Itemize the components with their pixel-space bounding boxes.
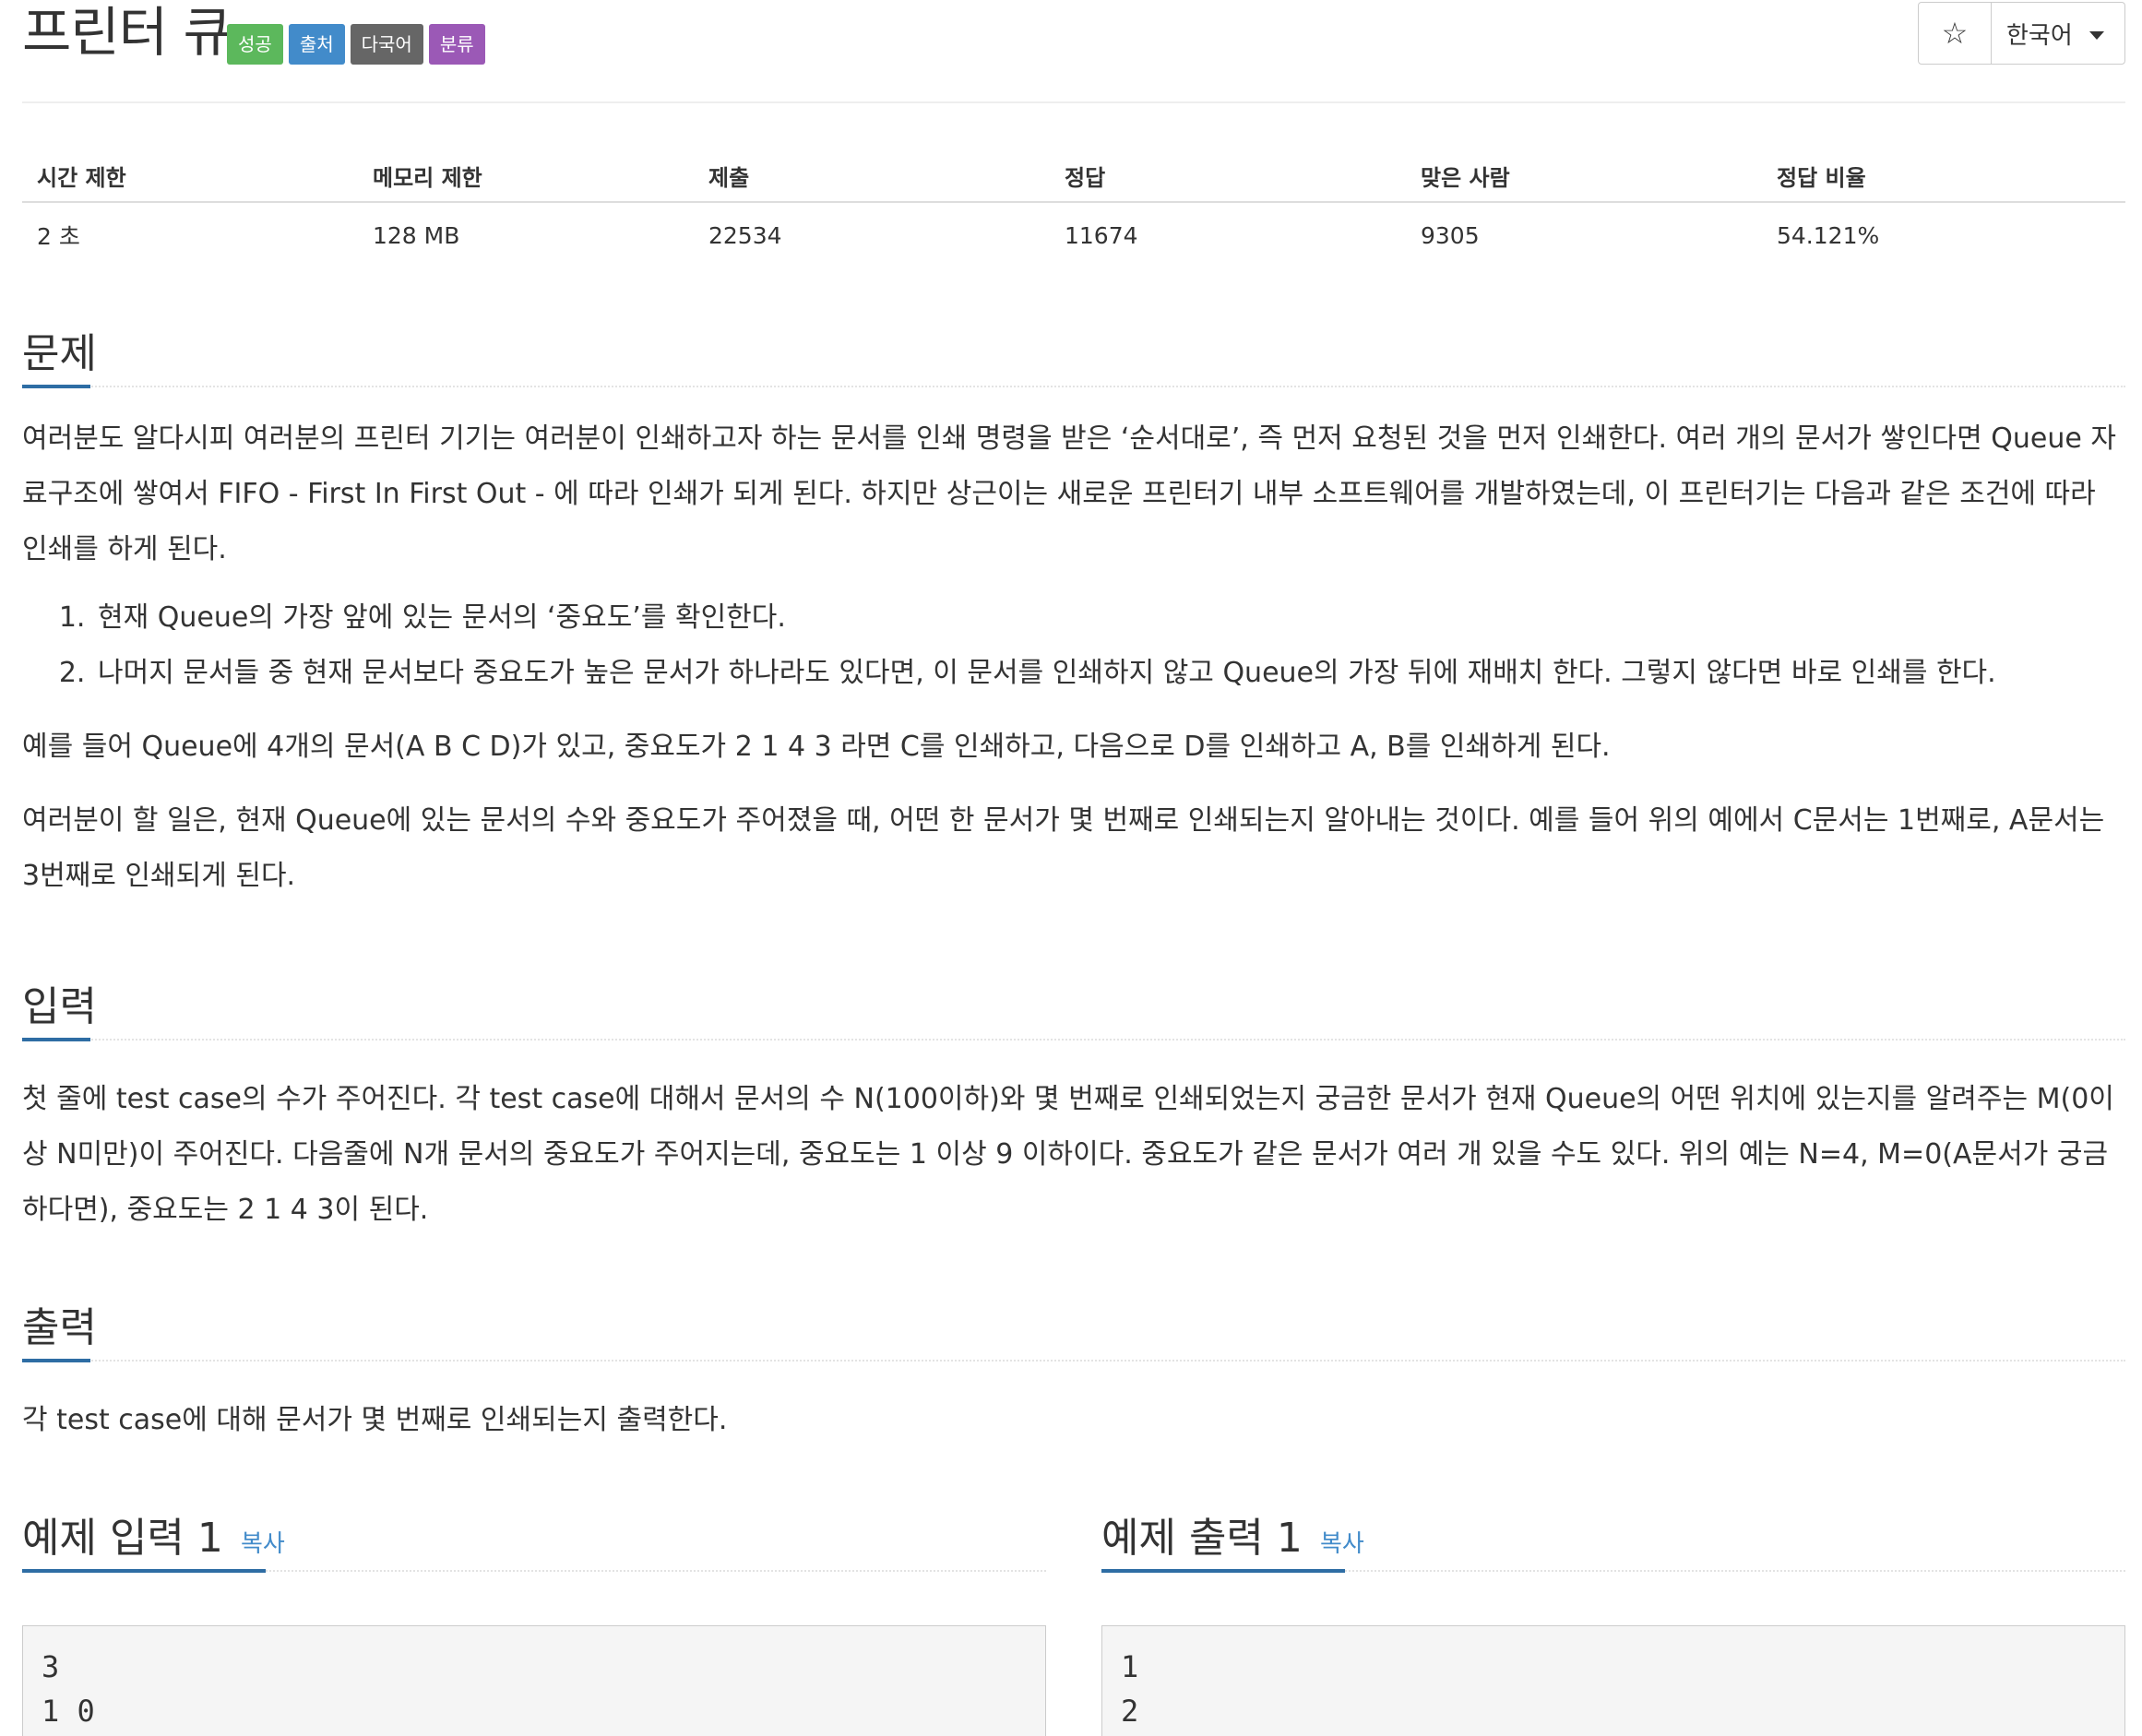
header-accepted: 정답 [1050, 149, 1406, 203]
output-paragraph: 각 test case에 대해 문서가 몇 번째로 인쇄되는지 출력한다. [22, 1404, 728, 1436]
input-body: 첫 줄에 test case의 수가 주어진다. 각 test case에 대해… [22, 1072, 2125, 1238]
sample-output-title: 예제 출력 1 [1101, 1515, 1303, 1562]
sample-input-line: 3 [42, 1649, 60, 1684]
section-header: 예제 입력 1 복사 [22, 1513, 1046, 1573]
favorite-button[interactable]: ☆ [1919, 3, 1992, 64]
sample-input-section: 예제 입력 1 복사 [22, 1513, 1046, 1573]
info-value-row: 2 초 128 MB 22534 11674 9305 54.121% [22, 202, 2125, 268]
problem-paragraph-3: 여러분이 할 일은, 현재 Queue에 있는 문서의 수와 중요도가 주어졌을… [22, 804, 2105, 892]
section-underline [22, 1038, 90, 1041]
section-title: 문제 [22, 330, 97, 377]
info-header-row: 시간 제한 메모리 제한 제출 정답 맞은 사람 정답 비율 [22, 149, 2125, 203]
section-underline [22, 385, 90, 388]
output-body: 각 test case에 대해 문서가 몇 번째로 인쇄되는지 출력한다. [22, 1393, 2125, 1448]
copy-sample-output-link[interactable]: 복사 [1320, 1530, 1364, 1558]
problem-body: 여러분도 알다시피 여러분의 프린터 기기는 여러분이 인쇄하고자 하는 문서를… [22, 411, 2125, 904]
value-time-limit: 2 초 [37, 223, 80, 250]
header-time-limit: 시간 제한 [22, 149, 358, 203]
value-solvers: 9305 [1421, 221, 1480, 249]
badge-success[interactable]: 성공 [227, 24, 283, 65]
section-underline [22, 1569, 266, 1573]
section-header: 예제 출력 1 복사 [1101, 1513, 2125, 1573]
header-divider [22, 101, 2125, 103]
value-accepted: 11674 [1065, 221, 1138, 249]
badge-multilang[interactable]: 다국어 [350, 24, 423, 65]
title-tools: ☆ 한국어 [1918, 2, 2125, 65]
header-submissions: 제출 [694, 149, 1050, 203]
badge-category[interactable]: 분류 [428, 24, 485, 65]
header-solvers: 맞은 사람 [1406, 149, 1762, 203]
title-row: 프린터 큐 성공 출처 다국어 분류 ☆ 한국어 [22, 0, 2125, 83]
condition-list: 현재 Queue의 가장 앞에 있는 문서의 ‘중요도’를 확인한다. 나머지 … [22, 590, 2125, 701]
value-submissions: 22534 [708, 221, 782, 249]
star-icon: ☆ [1941, 16, 1969, 51]
value-accept-ratio: 54.121% [1777, 221, 1880, 249]
page-title: 프린터 큐 [22, 1, 232, 64]
section-header: 출력 [22, 1302, 2125, 1362]
badge-source[interactable]: 출처 [288, 24, 345, 65]
section-title: 출력 [22, 1304, 97, 1351]
section-header: 입력 [22, 981, 2125, 1041]
input-paragraph: 첫 줄에 test case의 수가 주어진다. 각 test case에 대해… [22, 1083, 2114, 1226]
language-label: 한국어 [2006, 21, 2073, 50]
caret-down-icon [2088, 30, 2104, 40]
header-accept-ratio: 정답 비율 [1762, 149, 2125, 203]
sample-output-section: 예제 출력 1 복사 [1101, 1513, 2125, 1573]
header-memory-limit: 메모리 제한 [358, 149, 694, 203]
sample-input-box[interactable]: 3 1 0 [22, 1625, 1046, 1736]
condition-item: 현재 Queue의 가장 앞에 있는 문서의 ‘중요도’를 확인한다. [94, 590, 2125, 646]
sample-output-line: 2 [1121, 1694, 1139, 1729]
input-section: 입력 첫 줄에 test case의 수가 주어진다. 각 test case에… [22, 981, 2125, 1238]
sample-input-title: 예제 입력 1 [22, 1515, 223, 1562]
section-underline [22, 1359, 90, 1362]
problem-paragraph-2: 예를 들어 Queue에 4개의 문서(A B C D)가 있고, 중요도가 2… [22, 731, 1611, 763]
badge-group: 성공 출처 다국어 분류 [227, 24, 485, 65]
condition-item: 나머지 문서들 중 현재 문서보다 중요도가 높은 문서가 하나라도 있다면, … [94, 646, 2125, 701]
problem-description-section: 문제 여러분도 알다시피 여러분의 프린터 기기는 여러분이 인쇄하고자 하는 … [22, 328, 2125, 904]
sample-output-line: 1 [1121, 1649, 1139, 1684]
problem-info-table: 시간 제한 메모리 제한 제출 정답 맞은 사람 정답 비율 2 초 128 M… [22, 149, 2125, 268]
language-dropdown[interactable]: 한국어 [1992, 3, 2124, 64]
output-section: 출력 각 test case에 대해 문서가 몇 번째로 인쇄되는지 출력한다. [22, 1302, 2125, 1448]
sample-input-line: 1 0 [42, 1694, 95, 1729]
sample-output-box[interactable]: 1 2 [1101, 1625, 2125, 1736]
problem-paragraph-1: 여러분도 알다시피 여러분의 프린터 기기는 여러분이 인쇄하고자 하는 문서를… [22, 422, 2116, 565]
section-header: 문제 [22, 328, 2125, 388]
value-memory-limit: 128 MB [373, 221, 460, 249]
copy-sample-input-link[interactable]: 복사 [241, 1530, 285, 1558]
section-underline [1101, 1569, 1345, 1573]
section-title: 입력 [22, 983, 97, 1030]
